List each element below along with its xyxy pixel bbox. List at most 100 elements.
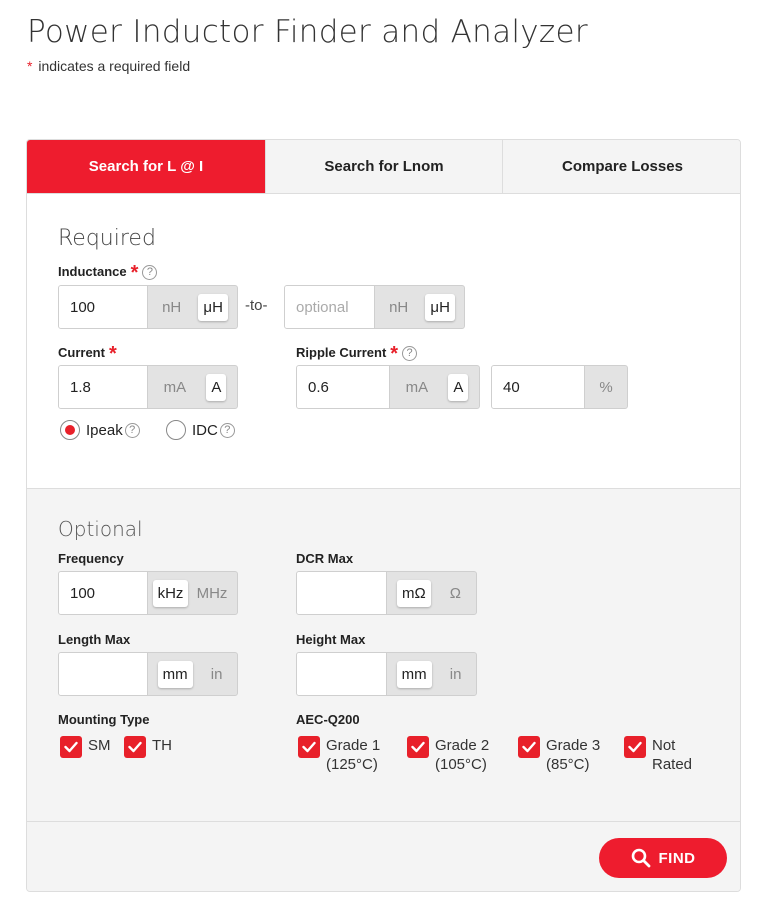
current-label-text: Current — [58, 345, 105, 360]
find-button-label: FIND — [658, 849, 696, 867]
checkbox-sm-label: SM — [88, 737, 111, 754]
length-max-input[interactable] — [59, 653, 148, 695]
range-separator: -to- — [245, 297, 268, 314]
dcr-max-field: mΩ Ω — [296, 571, 477, 615]
frequency-label: Frequency — [58, 551, 124, 566]
grade-2-line2: (105°C) — [435, 756, 487, 773]
inductance-max-field: optional nH μH — [284, 285, 465, 329]
radio-ipeak-label: Ipeak — [86, 421, 123, 439]
checkmark-icon — [624, 736, 646, 758]
current-input[interactable]: 1.8 — [59, 366, 148, 408]
checkbox-th[interactable]: TH — [124, 736, 172, 758]
length-max-field: mm in — [58, 652, 238, 696]
help-icon[interactable]: ? — [402, 346, 418, 361]
radio-idc[interactable]: IDC? — [166, 420, 235, 440]
radio-ipeak[interactable]: Ipeak? — [60, 420, 140, 440]
mounting-type-label: Mounting Type — [58, 712, 150, 727]
required-star: * — [130, 262, 139, 284]
tab-search-lnom[interactable]: Search for Lnom — [266, 140, 503, 193]
grade-1-line2: (125°C) — [326, 756, 378, 773]
optional-section: Optional Frequency 100 kHz MHz DCR Max m… — [27, 489, 740, 822]
unit-percent: % — [599, 378, 613, 396]
radio-selected-icon — [60, 420, 80, 440]
radio-unselected-icon — [166, 420, 186, 440]
unit-uh[interactable]: μH — [425, 293, 455, 321]
checkbox-grade-3-label: Grade 3 (85°C) — [546, 736, 600, 774]
inductance-max-input[interactable]: optional — [285, 286, 375, 328]
radio-idc-label: IDC — [192, 421, 218, 439]
inductance-label: Inductance *? — [58, 262, 158, 285]
unit-in[interactable]: in — [206, 661, 228, 688]
required-star: * — [390, 343, 399, 365]
unit-mm[interactable]: mm — [157, 660, 193, 688]
search-tabs: Search for L @ I Search for Lnom Compare… — [27, 140, 740, 194]
aec-q200-label: AEC-Q200 — [296, 712, 360, 727]
unit-ma[interactable]: mA — [159, 374, 192, 401]
required-star: * — [27, 58, 33, 74]
height-max-label: Height Max — [296, 632, 366, 647]
required-section-title: Required — [58, 226, 156, 251]
checkbox-grade-1-label: Grade 1 (125°C) — [326, 736, 380, 774]
checkmark-icon — [407, 736, 429, 758]
unit-nh[interactable]: nH — [384, 294, 413, 321]
grade-1-line1: Grade 1 — [326, 737, 381, 754]
grade-2-line1: Grade 2 — [435, 737, 490, 754]
checkbox-th-label: TH — [152, 737, 172, 754]
unit-mhz[interactable]: MHz — [192, 580, 233, 607]
grade-3-line2: (85°C) — [546, 756, 590, 773]
checkmark-icon — [518, 736, 540, 758]
length-max-label: Length Max — [58, 632, 131, 647]
dcr-max-input[interactable] — [297, 572, 387, 614]
ripple-percent-field: 40 % — [491, 365, 628, 409]
required-star: * — [108, 343, 117, 365]
search-icon — [631, 848, 650, 868]
finder-panel: Search for L @ I Search for Lnom Compare… — [26, 139, 741, 892]
required-section: Required Inductance *? 100 nH μH -to- opt… — [27, 194, 740, 489]
inductance-input[interactable]: 100 — [59, 286, 148, 328]
checkmark-icon — [124, 736, 146, 758]
ripple-current-input[interactable]: 0.6 — [297, 366, 390, 408]
ripple-current-label: Ripple Current *? — [296, 343, 418, 366]
help-icon[interactable]: ? — [142, 265, 158, 280]
not-rated-line2: Rated — [652, 756, 693, 773]
checkmark-icon — [60, 736, 82, 758]
current-field: 1.8 mA A — [58, 365, 238, 409]
unit-khz[interactable]: kHz — [152, 579, 189, 607]
dcr-max-label: DCR Max — [296, 551, 354, 566]
help-icon[interactable]: ? — [124, 422, 140, 438]
unit-mm[interactable]: mm — [396, 660, 432, 688]
frequency-field: 100 kHz MHz — [58, 571, 238, 615]
checkbox-not-rated[interactable]: Not Rated — [624, 736, 692, 774]
unit-ma[interactable]: mA — [401, 374, 434, 401]
frequency-input[interactable]: 100 — [59, 572, 148, 614]
inductance-label-text: Inductance — [58, 264, 127, 279]
unit-in[interactable]: in — [445, 661, 467, 688]
page-title: Power Inductor Finder and Analyzer — [27, 14, 588, 50]
checkbox-grade-1[interactable]: Grade 1 (125°C) — [298, 736, 380, 774]
ripple-current-label-text: Ripple Current — [296, 345, 387, 360]
not-rated-line1: Not — [652, 737, 676, 754]
grade-3-line1: Grade 3 — [546, 737, 601, 754]
form-footer: FIND — [27, 822, 740, 891]
ripple-current-field: 0.6 mA A — [296, 365, 480, 409]
required-field-note: * indicates a required field — [27, 58, 190, 74]
unit-mohm[interactable]: mΩ — [397, 579, 431, 607]
unit-nh[interactable]: nH — [157, 294, 186, 321]
unit-ohm[interactable]: Ω — [445, 580, 466, 607]
find-button[interactable]: FIND — [599, 838, 727, 878]
checkbox-grade-2-label: Grade 2 (105°C) — [435, 736, 489, 774]
tab-search-l-at-i[interactable]: Search for L @ I — [27, 140, 266, 193]
tab-compare-losses[interactable]: Compare Losses — [503, 140, 740, 193]
checkbox-grade-3[interactable]: Grade 3 (85°C) — [518, 736, 600, 774]
ripple-percent-input[interactable]: 40 — [492, 366, 585, 408]
unit-uh[interactable]: μH — [198, 293, 228, 321]
checkbox-sm[interactable]: SM — [60, 736, 111, 758]
height-max-input[interactable] — [297, 653, 387, 695]
unit-a[interactable]: A — [448, 373, 469, 401]
required-note-text: indicates a required field — [38, 58, 191, 74]
checkbox-grade-2[interactable]: Grade 2 (105°C) — [407, 736, 489, 774]
checkbox-not-rated-label: Not Rated — [652, 736, 692, 774]
optional-section-title: Optional — [58, 517, 143, 541]
help-icon[interactable]: ? — [219, 422, 235, 438]
unit-a[interactable]: A — [206, 373, 227, 401]
